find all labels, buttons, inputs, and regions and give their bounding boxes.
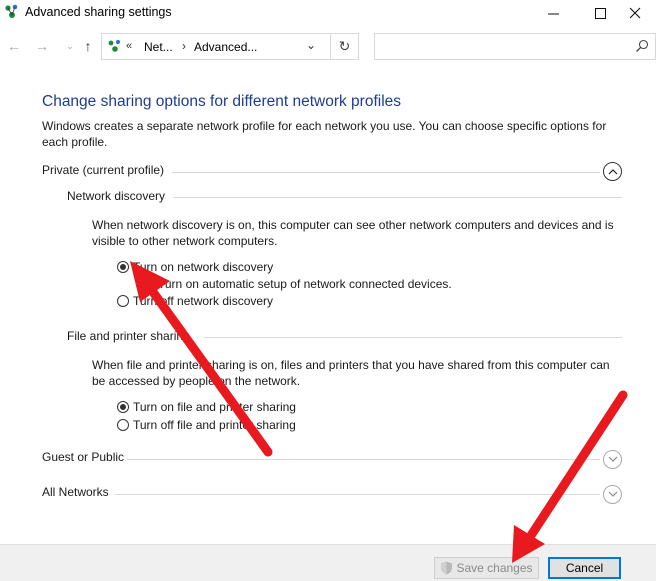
settings-content: Change sharing options for different net…	[0, 66, 656, 544]
uac-shield-icon	[441, 561, 453, 575]
file-printer-sharing-off-radio[interactable]: Turn off file and printer sharing	[117, 418, 296, 432]
breadcrumb-advanced[interactable]: Advanced...	[194, 40, 257, 54]
refresh-icon: ↻	[338, 38, 351, 54]
minimize-icon	[547, 13, 559, 14]
minimize-button[interactable]	[530, 0, 576, 26]
window-title: Advanced sharing settings	[25, 5, 172, 19]
network-discovery-on-radio[interactable]: Turn on network discovery	[117, 260, 273, 274]
navigation-bar: ← → ⌄ ↑ « Net... › Advanced... ⌄ ↻	[0, 28, 656, 66]
up-arrow-icon[interactable]: ↑	[80, 38, 96, 54]
dialog-footer: Save changes Cancel	[0, 544, 656, 581]
maximize-icon	[594, 7, 606, 19]
checkbox-checked[interactable]	[142, 276, 154, 290]
network-icon	[5, 4, 18, 18]
divider	[173, 197, 622, 198]
chevron-up-icon	[608, 169, 617, 175]
radio-checked[interactable]	[117, 401, 129, 413]
address-overflow-chevron[interactable]: «	[126, 40, 132, 52]
file-printer-sharing-title: File and printer sharing	[67, 329, 190, 343]
file-printer-sharing-description: When file and printer sharing is on, fil…	[92, 358, 610, 388]
profile-all-networks-title[interactable]: All Networks	[42, 485, 109, 499]
network-discovery-description: When network discovery is on, this compu…	[92, 218, 614, 248]
address-bar[interactable]: « Net... › Advanced... ⌄	[101, 33, 331, 60]
save-changes-button[interactable]: Save changes	[434, 557, 539, 579]
search-input[interactable]	[374, 33, 656, 60]
divider	[172, 172, 600, 173]
profile-private-title[interactable]: Private (current profile)	[42, 163, 164, 177]
title-bar: Advanced sharing settings	[0, 0, 656, 26]
profile-private-collapse-button[interactable]	[603, 162, 622, 181]
divider	[204, 337, 622, 338]
breadcrumb-separator-icon[interactable]: ›	[182, 39, 186, 53]
file-printer-sharing-off-label: Turn off file and printer sharing	[133, 418, 296, 432]
breadcrumb-network[interactable]: Net...	[144, 40, 173, 54]
chevron-down-icon	[608, 456, 617, 462]
save-changes-label: Save changes	[456, 561, 533, 575]
cancel-button[interactable]: Cancel	[548, 557, 621, 579]
cancel-label: Cancel	[565, 561, 604, 575]
radio-checked[interactable]	[117, 261, 129, 273]
refresh-button[interactable]: ↻	[331, 33, 359, 60]
profile-all-networks-expand-button[interactable]	[603, 485, 622, 504]
recent-locations-chevron-icon[interactable]: ⌄	[62, 38, 78, 54]
divider	[127, 459, 600, 460]
intro-text: Windows creates a separate network profi…	[42, 119, 607, 149]
forward-arrow-icon[interactable]: →	[34, 38, 50, 54]
chevron-down-icon	[608, 491, 617, 497]
network-discovery-title: Network discovery	[67, 189, 166, 203]
close-icon	[629, 7, 641, 19]
file-printer-sharing-on-label: Turn on file and printer sharing	[133, 400, 296, 414]
file-printer-sharing-on-radio[interactable]: Turn on file and printer sharing	[117, 400, 296, 414]
close-button[interactable]	[612, 0, 656, 26]
network-location-icon	[108, 39, 121, 52]
divider	[115, 494, 600, 495]
network-discovery-off-radio[interactable]: Turn off network discovery	[117, 294, 273, 308]
network-discovery-on-label: Turn on network discovery	[133, 260, 274, 274]
search-icon	[636, 39, 649, 52]
profile-guest-public-expand-button[interactable]	[603, 450, 622, 469]
auto-setup-checkbox[interactable]: Turn on automatic setup of network conne…	[142, 276, 452, 291]
page-title: Change sharing options for different net…	[42, 93, 402, 110]
radio-unchecked[interactable]	[117, 419, 129, 431]
back-arrow-icon[interactable]: ←	[6, 38, 22, 54]
profile-guest-public-title[interactable]: Guest or Public	[42, 450, 124, 464]
radio-unchecked[interactable]	[117, 295, 129, 307]
auto-setup-label: Turn on automatic setup of network conne…	[158, 277, 452, 291]
address-dropdown-icon[interactable]: ⌄	[306, 38, 316, 52]
network-discovery-off-label: Turn off network discovery	[133, 294, 274, 308]
